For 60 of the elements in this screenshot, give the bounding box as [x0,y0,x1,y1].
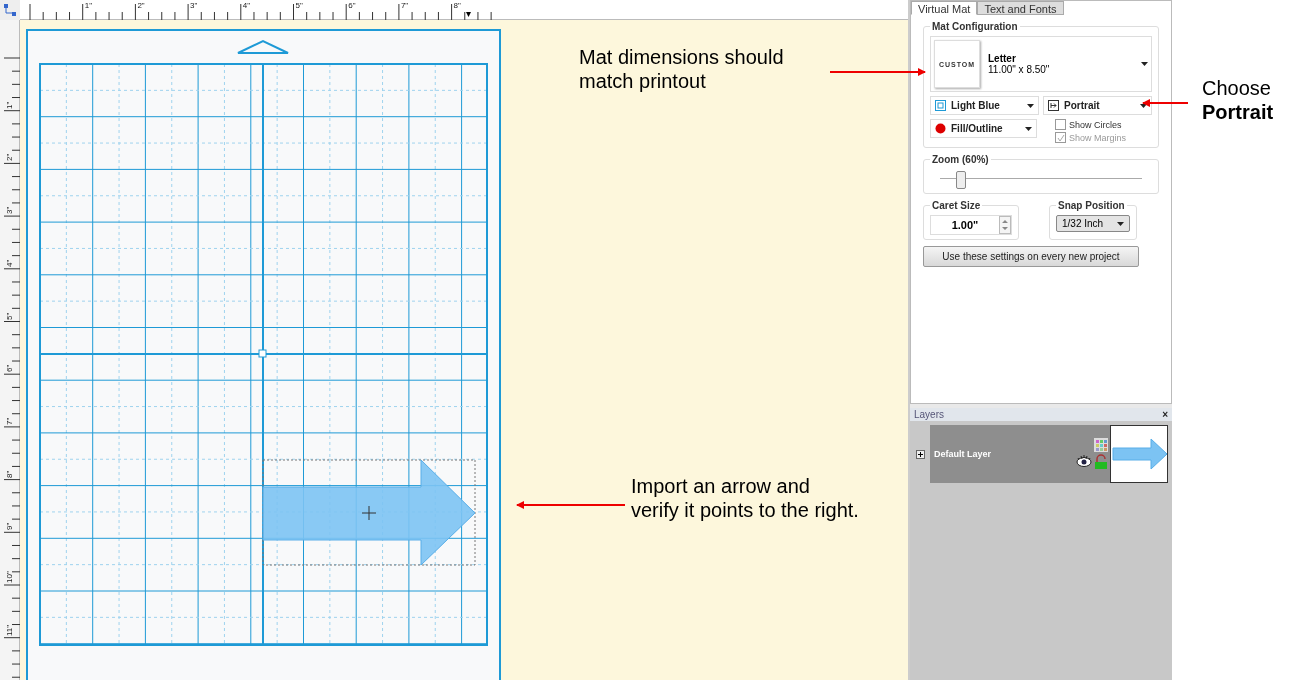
callout-arrow [1142,99,1189,107]
annotation-text: Choose Portrait [1202,76,1275,124]
orientation-dropdown[interactable]: Portrait [1043,96,1152,115]
ruler-label: 11" [5,624,14,636]
ruler-label: 6" [5,364,14,373]
dropdown-caret-icon [1141,62,1148,66]
ruler-label: 2" [137,1,145,10]
dot-icon [935,123,946,134]
zoom-slider[interactable] [940,169,1142,189]
ruler-label: 5" [295,1,303,10]
ruler-label: 1" [5,101,14,109]
annotation-text: Import an arrow and verify it points to the right. [631,474,860,522]
ruler-label: 3" [190,1,198,10]
dropdown-caret-icon [1117,221,1125,226]
panel-tab[interactable]: Virtual Mat [911,1,978,15]
eye-icon[interactable] [1076,454,1092,468]
caret-size-field[interactable]: 1.00" [930,215,1012,235]
mat-size: 11.00" x 8.50" [988,64,1051,75]
ruler-label: 9" [5,523,14,531]
origin-icon[interactable] [3,3,17,17]
close-button[interactable]: × [1162,409,1168,420]
section-title: Mat Configuration [931,21,1019,32]
dropdown-caret-icon [1025,126,1032,131]
square-icon [935,100,946,111]
fill-mode-dropdown[interactable]: Fill/Outline [930,119,1037,138]
dropdown-caret-icon [1140,103,1147,108]
spinner-arrows-icon[interactable] [999,216,1011,234]
snap-position-dropdown[interactable]: 1/32 Inch [1056,215,1131,232]
ruler-label: 10" [5,571,14,583]
annotation-text: Mat dimensions should match printout [579,45,785,93]
ruler-label: 7" [5,417,14,425]
ruler-label: 8" [5,470,14,478]
slider-thumb[interactable] [956,171,967,189]
layer-thumbnail [1110,425,1168,483]
ruler-label: 1" [84,1,92,10]
section-title: Snap Position [1057,200,1126,211]
ruler-label: 4" [5,259,14,267]
expand-icon[interactable] [915,449,925,459]
ruler-label: 2" [5,154,14,162]
mat-color-dropdown[interactable]: Light Blue [930,96,1039,115]
crosshair-icon [361,505,377,521]
layers-title: Layers [914,409,944,420]
ruler-label: 7" [400,1,409,10]
mat-name: Letter [988,53,1017,64]
section-title: Zoom (60%) [931,154,990,165]
orientation-icon [1048,100,1059,111]
ruler-label: 4" [242,1,251,10]
ruler-label: 8" [453,1,461,10]
center-handle[interactable] [258,349,267,358]
dropdown-caret-icon [1027,103,1034,108]
checkmark-icon [1056,133,1065,142]
ruler-label: 5" [5,312,14,320]
ruler-label: 6" [348,1,356,10]
option-checkbox[interactable]: Show Circles [1055,119,1152,130]
panel-tab[interactable]: Text and Fonts [977,1,1064,15]
mat-top-marker [237,39,289,54]
selected-arrow-shape[interactable] [262,459,476,566]
ruler-label: 3" [5,206,14,215]
section-title: Caret Size [931,200,982,211]
apply-defaults-button[interactable]: Use these settings on every new project [923,246,1139,267]
